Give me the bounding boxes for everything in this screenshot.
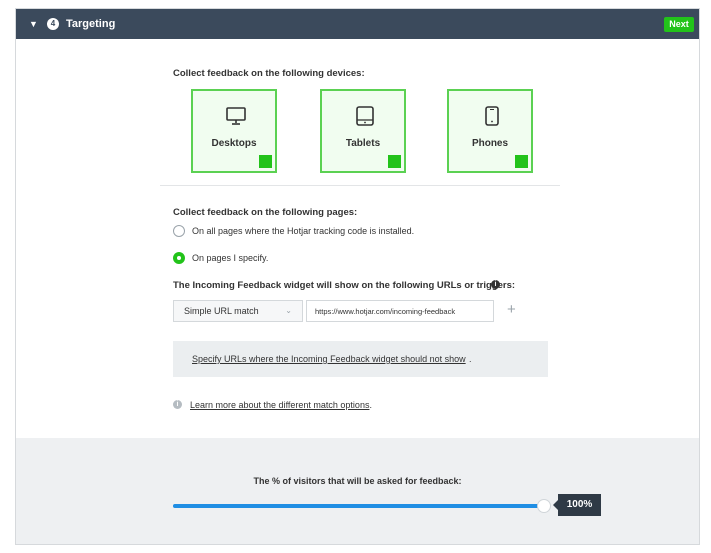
phone-icon [485,106,499,126]
device-label: Tablets [345,138,381,149]
slider-value-tooltip: 100% [553,494,601,516]
info-icon-grey: i [173,400,182,409]
section-divider [160,185,560,186]
url-input[interactable] [306,300,494,322]
dropdown-arrow-icon: ⌄ [285,306,292,315]
slider-track[interactable] [173,504,546,508]
step-number-badge: 4 [47,18,59,30]
slider-handle[interactable] [537,499,551,513]
section-header[interactable]: ▼ 4 Targeting Next [16,9,699,39]
desktop-icon [226,107,246,125]
section-title: Targeting [66,18,116,30]
match-type-select[interactable]: Simple URL match ⌄ [173,300,303,322]
pages-heading: Collect feedback on the following pages: [173,207,358,218]
learn-more-text: Learn more about the different match opt… [190,400,372,410]
devices-heading: Collect feedback on the following device… [173,68,365,79]
checkbox-checked-icon[interactable] [388,155,431,181]
radio-specify-pages-label[interactable]: On pages I specify. [192,253,268,263]
urls-heading: The Incoming Feedback widget will show o… [173,280,516,291]
radio-all-pages-label[interactable]: On all pages where the Hotjar tracking c… [192,226,414,236]
add-url-icon[interactable]: + [507,302,516,318]
next-button[interactable]: Next [664,17,694,32]
tablet-icon [356,106,374,126]
info-icon[interactable]: i [491,280,500,289]
targeting-panel: ▼ 4 Targeting Next Collect feedback on t… [15,8,700,545]
device-card-tablets[interactable]: Tablets [320,89,431,181]
match-type-value: Simple URL match [184,306,259,316]
checkbox-checked-icon[interactable] [515,155,558,181]
device-label: Desktops [211,138,257,149]
exclude-urls-link[interactable]: Specify URLs where the Incoming Feedback… [192,354,466,364]
collapse-caret-icon[interactable]: ▼ [29,18,38,30]
device-card-desktops[interactable]: Desktops [191,89,302,181]
device-label: Phones [471,138,509,149]
learn-more-link[interactable]: Learn more about the different match opt… [190,400,369,410]
period: . [469,354,472,364]
slider-fill [173,504,546,508]
radio-all-pages[interactable] [173,225,185,237]
exclude-urls-box: Specify URLs where the Incoming Feedback… [173,341,548,377]
slider-label: The % of visitors that will be asked for… [253,476,462,486]
visitor-percentage-section: The % of visitors that will be asked for… [16,438,699,544]
checkbox-checked-icon[interactable] [259,155,302,181]
radio-specify-pages[interactable] [173,252,185,264]
device-card-phones[interactable]: Phones [447,89,558,181]
